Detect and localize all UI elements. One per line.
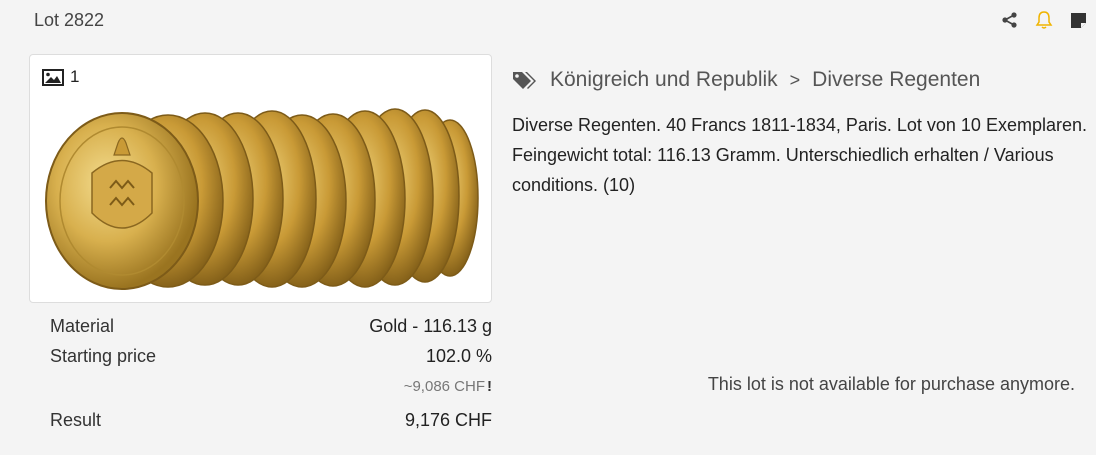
lot-number: Lot 2822 (34, 10, 105, 30)
lot-image-card[interactable]: 1 (29, 54, 492, 303)
breadcrumb: Königreich und Republik > Diverse Regent… (512, 68, 980, 92)
starting-price-label: Starting price (50, 346, 157, 366)
image-icon (42, 68, 64, 86)
result-row: Result 9,176 CHF (50, 410, 492, 431)
share-icon[interactable] (1000, 10, 1020, 30)
note-icon[interactable] (1068, 10, 1088, 30)
tags-icon (513, 72, 536, 89)
material-row: Material Gold - 116.13 g (50, 316, 492, 346)
exclamation-icon[interactable]: ! (487, 378, 492, 395)
result-label: Result (50, 410, 102, 430)
availability-message: This lot is not available for purchase a… (707, 374, 1075, 394)
breadcrumb-parent[interactable]: Königreich und Republik (550, 68, 778, 92)
lot-description: Diverse Regenten. 40 Francs 1811-1834, P… (512, 115, 1087, 195)
starting-price-approx: ~9,086 CHF! (50, 376, 492, 410)
starting-price-value: 102.0 % (425, 346, 492, 366)
image-count: 1 (42, 67, 79, 87)
header-actions (1000, 10, 1088, 30)
lot-details: Material Gold - 116.13 g Starting price … (50, 316, 492, 431)
material-value: Gold - 116.13 g (369, 316, 492, 336)
coins-photo (45, 108, 479, 290)
image-count-value: 1 (70, 67, 80, 86)
approx-amount: ~9,086 CHF (403, 378, 485, 395)
starting-price-row: Starting price 102.0 % (50, 346, 492, 376)
result-value: 9,176 CHF (404, 410, 492, 430)
bell-icon[interactable] (1034, 10, 1054, 30)
chevron-right-icon: > (789, 69, 801, 90)
breadcrumb-current[interactable]: Diverse Regenten (812, 68, 980, 92)
material-label: Material (50, 316, 115, 336)
